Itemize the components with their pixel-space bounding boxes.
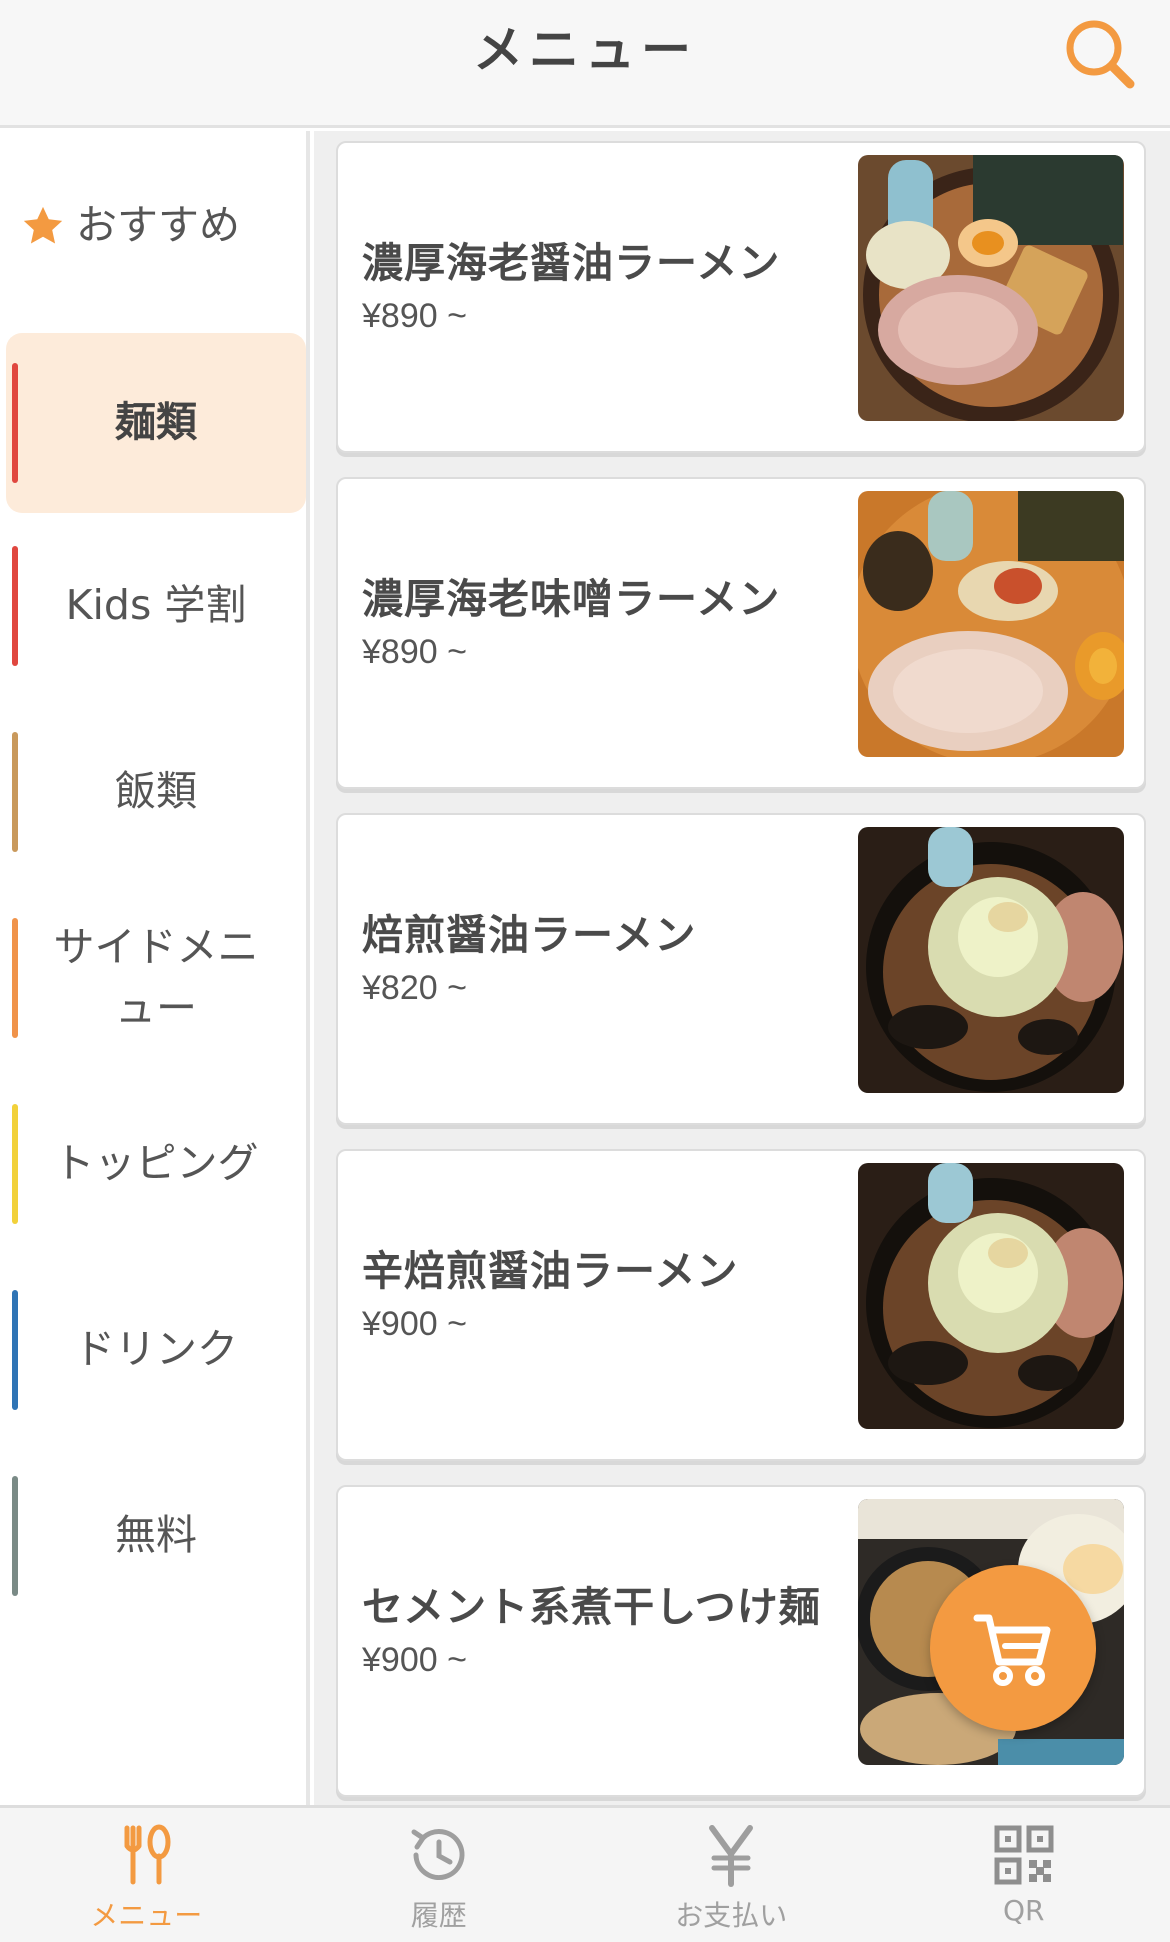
menu-item-price: ¥900 ~ <box>362 1305 467 1343</box>
fork-knife-icon <box>124 1824 171 1885</box>
qr-code-icon <box>994 1825 1054 1885</box>
sidebar-item-label: 麺類 <box>115 398 197 447</box>
category-accent-bar <box>12 1104 18 1224</box>
menu-item-photo <box>858 1163 1124 1429</box>
cart-button[interactable] <box>930 1565 1096 1731</box>
star-icon <box>23 206 63 244</box>
sidebar-item-label: 無料 <box>115 1511 197 1560</box>
cart-icon <box>973 1614 1051 1686</box>
nav-menu[interactable]: メニュー <box>0 1808 293 1942</box>
category-accent-bar <box>12 363 18 483</box>
menu-item-price: ¥820 ~ <box>362 969 467 1007</box>
sidebar-item-rice[interactable]: 飯類 <box>6 717 306 867</box>
page-title: メニュー <box>473 21 697 79</box>
menu-item-photo <box>858 155 1124 421</box>
sidebar-item-label: おすすめ <box>76 201 240 250</box>
menu-list: 濃厚海老醤油ラーメン ¥890 ~ 濃厚海老味噌ラーメン ¥890 ~ 焙煎醤油… <box>314 131 1170 1805</box>
menu-item-price: ¥900 ~ <box>362 1641 467 1679</box>
nav-payment[interactable]: お支払い <box>585 1808 878 1942</box>
menu-item-name: セメント系煮干しつけ麺 <box>362 1583 821 1631</box>
sidebar-item-free[interactable]: 無料 <box>6 1461 306 1611</box>
menu-item-card[interactable]: 辛焙煎醤油ラーメン ¥900 ~ <box>336 1149 1146 1461</box>
search-icon[interactable] <box>1058 12 1148 102</box>
sidebar-item-noodles[interactable]: 麺類 <box>6 333 306 513</box>
category-accent-bar <box>12 732 18 852</box>
category-accent-bar <box>12 1476 18 1596</box>
nav-history[interactable]: 履歴 <box>293 1808 586 1942</box>
sidebar-item-label: 飯類 <box>115 767 197 816</box>
sidebar-item-recommended[interactable]: おすすめ <box>6 151 306 301</box>
sidebar-item-label: ドリンク <box>74 1325 238 1374</box>
nav-qr[interactable]: QR <box>878 1808 1170 1942</box>
nav-label: 履歴 <box>410 1899 467 1932</box>
category-sidebar: おすすめ 麺類 Kids 学割 飯類 サイドメニュー トッピング ドリンク 無料 <box>0 131 310 1805</box>
category-accent-bar <box>12 918 18 1038</box>
history-icon <box>411 1829 465 1881</box>
sidebar-item-kids[interactable]: Kids 学割 <box>6 531 306 681</box>
sidebar-item-drinks[interactable]: ドリンク <box>6 1275 306 1425</box>
bottom-nav: メニュー 履歴 お支払い QR <box>0 1805 1170 1942</box>
menu-item-photo <box>858 827 1124 1093</box>
sidebar-item-label: トッピング <box>53 1139 259 1188</box>
menu-item-name: 辛焙煎醤油ラーメン <box>362 1247 739 1295</box>
menu-item-photo <box>858 491 1124 757</box>
menu-item-name: 濃厚海老味噌ラーメン <box>362 575 781 623</box>
menu-item-price: ¥890 ~ <box>362 297 467 335</box>
menu-item-card[interactable]: 濃厚海老味噌ラーメン ¥890 ~ <box>336 477 1146 789</box>
category-accent-bar <box>12 546 18 666</box>
menu-item-name: 濃厚海老醤油ラーメン <box>362 239 781 287</box>
search-button[interactable] <box>1058 12 1148 102</box>
sidebar-item-side-menu[interactable]: サイドメニュー <box>6 903 306 1053</box>
nav-label: QR <box>1003 1894 1045 1927</box>
sidebar-item-toppings[interactable]: トッピング <box>6 1089 306 1239</box>
menu-item-card[interactable]: 焙煎醤油ラーメン ¥820 ~ <box>336 813 1146 1125</box>
menu-item-price: ¥890 ~ <box>362 633 467 671</box>
nav-label: お支払い <box>675 1899 788 1932</box>
sidebar-item-label: Kids 学割 <box>65 581 247 630</box>
yen-icon <box>709 1825 754 1887</box>
menu-item-card[interactable]: 濃厚海老醤油ラーメン ¥890 ~ <box>336 141 1146 453</box>
header-bar: メニュー <box>0 0 1170 128</box>
sidebar-item-label: サイドメニュー <box>53 922 259 1033</box>
menu-item-name: 焙煎醤油ラーメン <box>362 911 697 959</box>
nav-label: メニュー <box>90 1899 203 1932</box>
category-accent-bar <box>12 1290 18 1410</box>
